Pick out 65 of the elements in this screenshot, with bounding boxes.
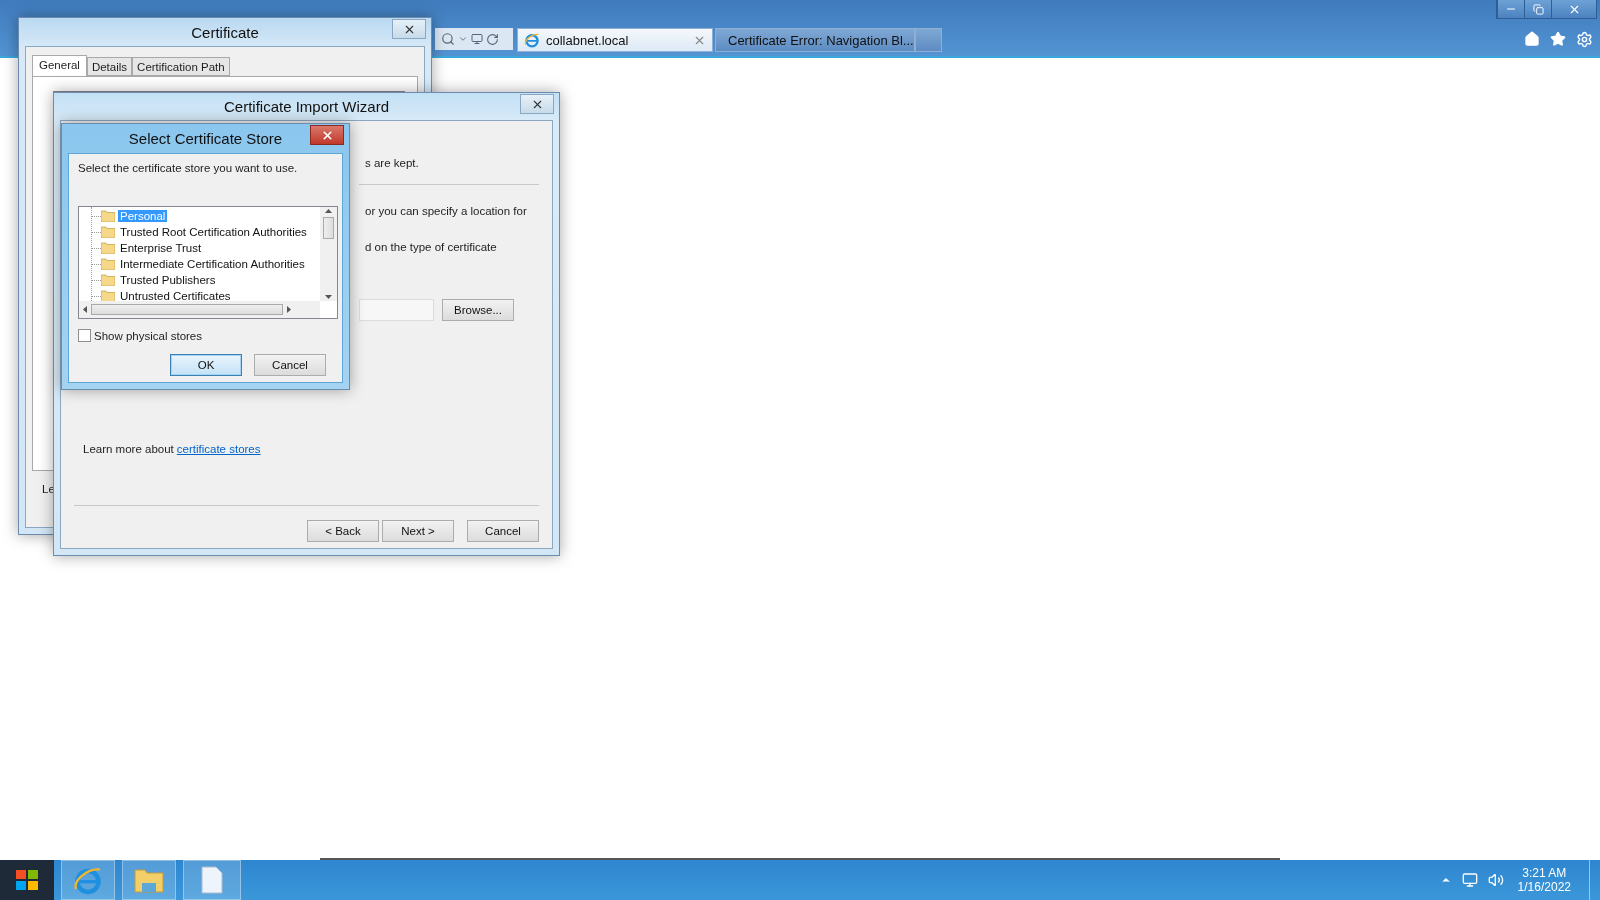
folder-icon xyxy=(101,274,115,286)
folder-icon xyxy=(101,242,115,254)
instruction-text: Select the certificate store you want to use. xyxy=(78,162,299,174)
scroll-right-icon[interactable] xyxy=(287,306,291,313)
scroll-up-icon[interactable] xyxy=(325,209,332,213)
scroll-thumb[interactable] xyxy=(91,304,283,315)
learn-more-text: Learn more about xyxy=(83,443,174,455)
scroll-down-icon[interactable] xyxy=(325,295,332,299)
scroll-thumb[interactable] xyxy=(323,217,334,239)
clock[interactable]: 3:21 AM 1/16/2022 xyxy=(1517,866,1571,894)
favorites-icon[interactable] xyxy=(1550,31,1566,47)
window-title: Certificate xyxy=(191,23,259,41)
refresh-icon[interactable] xyxy=(486,32,499,46)
dialog-button[interactable]: Cancel xyxy=(254,354,326,376)
file-path-field[interactable] xyxy=(359,299,434,321)
show-physical-stores-checkbox[interactable]: Show physical stores xyxy=(78,329,334,342)
dialog-tab[interactable]: Details xyxy=(86,57,133,76)
browser-logo-icon xyxy=(524,32,540,48)
store-item[interactable]: Trusted Root Certification Authorities xyxy=(91,224,320,240)
certificate-stores-link[interactable]: certificate stores xyxy=(176,443,261,455)
vertical-scrollbar[interactable] xyxy=(320,207,337,301)
close-button[interactable] xyxy=(520,94,554,114)
folder-icon xyxy=(101,226,115,238)
dialog-tab[interactable]: Certification Path xyxy=(132,57,230,76)
search-icon[interactable] xyxy=(441,32,455,46)
close-button[interactable] xyxy=(1551,0,1596,18)
taskbar-document-button[interactable] xyxy=(183,860,241,900)
dialog-title: Select Certificate Store xyxy=(128,130,283,147)
wizard-button[interactable]: Next > xyxy=(382,520,454,542)
close-icon xyxy=(320,128,334,142)
store-item[interactable]: Trusted Publishers xyxy=(91,272,320,288)
minimize-button[interactable] xyxy=(1497,0,1524,18)
folder-icon xyxy=(134,867,164,893)
description-text: or you can specify a location for xyxy=(365,205,528,217)
settings-icon[interactable] xyxy=(1576,31,1593,48)
folder-icon xyxy=(101,258,115,270)
dialog-button[interactable]: OK xyxy=(170,354,242,376)
volume-icon[interactable] xyxy=(1487,872,1504,888)
taskbar-explorer-button[interactable] xyxy=(122,860,176,900)
browser-logo-icon xyxy=(73,865,103,895)
start-button[interactable] xyxy=(0,860,54,900)
dropdown-icon[interactable] xyxy=(458,34,468,44)
horizontal-scrollbar[interactable] xyxy=(79,301,320,318)
window-title: Certificate Import Wizard xyxy=(223,98,389,115)
folder-icon xyxy=(101,210,115,222)
browser-tab[interactable]: collabnet.local xyxy=(517,28,713,52)
store-item[interactable]: Intermediate Certification Authorities xyxy=(91,256,320,272)
restore-icon xyxy=(1532,3,1544,15)
browser-tab[interactable]: Certificate Error: Navigation Bl... xyxy=(715,28,915,52)
dialog-tab[interactable]: General xyxy=(32,55,87,76)
browse-button[interactable]: Browse... xyxy=(442,299,514,321)
taskbar-browser-button[interactable] xyxy=(61,860,115,900)
close-button[interactable] xyxy=(392,19,426,39)
windows-logo-icon xyxy=(15,869,39,891)
store-item[interactable]: Enterprise Trust xyxy=(91,240,320,256)
wizard-button[interactable]: < Back xyxy=(307,520,379,542)
restore-button[interactable] xyxy=(1524,0,1551,18)
wizard-button[interactable]: Cancel xyxy=(467,520,539,542)
description-text: d on the type of certificate xyxy=(365,241,498,253)
scroll-left-icon[interactable] xyxy=(83,306,87,313)
description-text: s are kept. xyxy=(365,157,420,169)
home-icon[interactable] xyxy=(1524,31,1540,47)
close-button[interactable] xyxy=(310,125,344,145)
store-item[interactable]: Untrusted Certificates xyxy=(91,288,320,301)
document-icon xyxy=(201,866,223,894)
